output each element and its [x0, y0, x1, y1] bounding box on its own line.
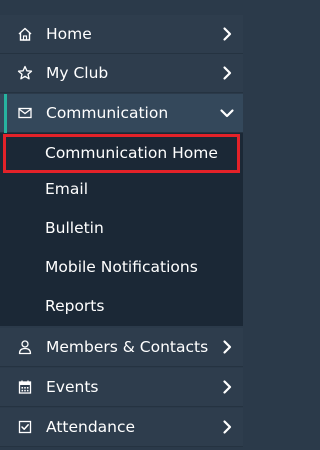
- nav-item-label: Home: [46, 25, 92, 43]
- star-icon: [17, 65, 33, 81]
- home-icon: [17, 26, 33, 42]
- submenu-item-label: Communication Home: [45, 144, 218, 162]
- chevron-down-icon[interactable]: [219, 105, 235, 121]
- submenu-item-bulletin[interactable]: Bulletin: [0, 209, 243, 248]
- submenu-item-label: Bulletin: [45, 219, 104, 237]
- sidebar-nav: Home My Club Communication Communication…: [0, 0, 243, 450]
- submenu-item-reports[interactable]: Reports: [0, 287, 243, 326]
- submenu-item-label: Email: [45, 180, 89, 198]
- nav-item-home[interactable]: Home: [0, 15, 243, 54]
- submenu-item-label: Reports: [45, 297, 105, 315]
- calendar-icon: [17, 379, 33, 395]
- nav-item-members-contacts[interactable]: Members & Contacts: [0, 328, 243, 367]
- nav-item-communication[interactable]: Communication: [0, 94, 243, 133]
- submenu-item-mobile-notifications[interactable]: Mobile Notifications: [0, 248, 243, 287]
- user-icon: [17, 339, 33, 355]
- chevron-right-icon[interactable]: [219, 379, 235, 395]
- nav-item-label: Communication: [46, 104, 169, 122]
- nav-item-events[interactable]: Events: [0, 368, 243, 407]
- communication-submenu: Communication Home Email Bulletin Mobile…: [0, 133, 243, 326]
- chevron-right-icon[interactable]: [219, 419, 235, 435]
- chevron-right-icon[interactable]: [219, 65, 235, 81]
- submenu-item-email[interactable]: Email: [0, 170, 243, 209]
- nav-item-my-club[interactable]: My Club: [0, 54, 243, 93]
- checkbox-icon: [17, 419, 33, 435]
- envelope-icon: [17, 105, 33, 121]
- nav-item-label: Attendance: [46, 418, 136, 436]
- nav-item-attendance[interactable]: Attendance: [0, 408, 243, 447]
- chevron-right-icon[interactable]: [219, 339, 235, 355]
- submenu-item-label: Mobile Notifications: [45, 258, 198, 276]
- nav-item-label: My Club: [46, 64, 109, 82]
- nav-item-label: Members & Contacts: [46, 338, 209, 356]
- chevron-right-icon[interactable]: [219, 26, 235, 42]
- nav-item-label: Events: [46, 378, 99, 396]
- submenu-item-communication-home[interactable]: Communication Home: [3, 134, 240, 173]
